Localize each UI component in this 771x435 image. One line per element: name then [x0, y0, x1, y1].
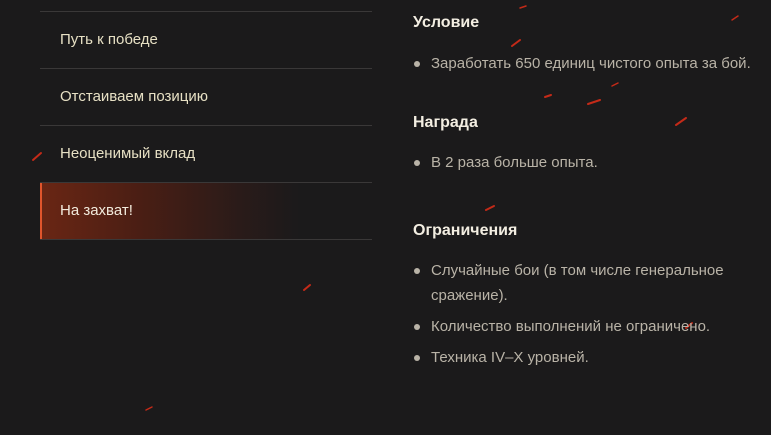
menu-item-put-k-pobede[interactable]: Путь к победе	[40, 12, 372, 69]
reward-list: В 2 раза больше опыта.	[413, 150, 758, 175]
menu-item-label: Отстаиваем позицию	[60, 88, 209, 105]
reward-title: Награда	[413, 114, 478, 131]
restriction-item: Количество выполнений не ограничено.	[413, 314, 758, 339]
menu-item-neocenimyj-vklad[interactable]: Неоценимый вклад	[40, 126, 372, 183]
quest-menu: Путь к победе Отстаиваем позицию Неоцени…	[40, 11, 372, 240]
menu-item-otstaivaem-poziciyu[interactable]: Отстаиваем позицию	[40, 69, 372, 126]
menu-item-label: Неоценимый вклад	[60, 145, 196, 162]
condition-list: Заработать 650 единиц чистого опыта за б…	[413, 51, 758, 76]
restrictions-list: Случайные бои (в том числе генеральное с…	[413, 258, 758, 370]
restriction-item: Техника IV–X уровней.	[413, 345, 758, 370]
menu-item-label: На захват!	[60, 202, 133, 219]
menu-item-na-zahvat[interactable]: На захват!	[40, 183, 372, 240]
condition-item: Заработать 650 единиц чистого опыта за б…	[413, 51, 758, 76]
quest-details: Условие Заработать 650 единиц чистого оп…	[413, 12, 758, 376]
restrictions-section: Ограничения Случайные бои (в том числе г…	[413, 220, 758, 370]
reward-item: В 2 раза больше опыта.	[413, 150, 758, 175]
restriction-item: Случайные бои (в том числе генеральное с…	[413, 258, 758, 308]
reward-section: Награда В 2 раза больше опыта.	[413, 112, 758, 175]
restrictions-title: Ограничения	[413, 222, 518, 239]
condition-title: Условие	[413, 14, 480, 31]
menu-item-label: Путь к победе	[60, 31, 158, 48]
condition-section: Условие Заработать 650 единиц чистого оп…	[413, 12, 758, 76]
